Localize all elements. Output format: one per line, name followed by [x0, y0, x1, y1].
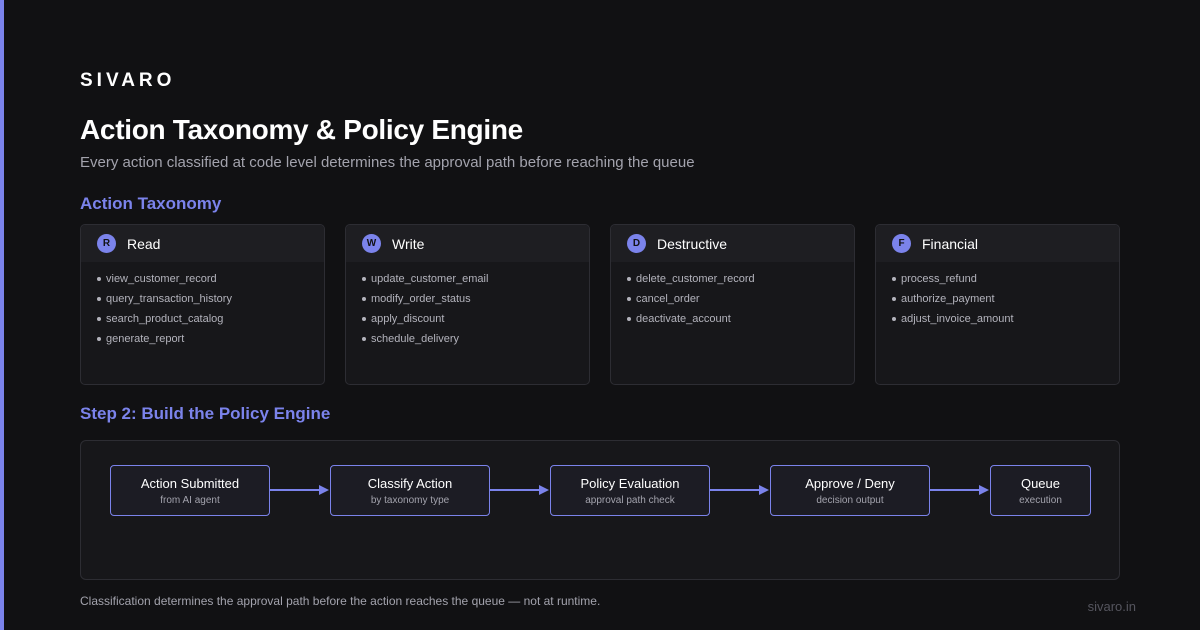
action-label: schedule_delivery — [371, 333, 460, 345]
action-item: generate_report — [97, 329, 324, 349]
bullet-icon — [627, 297, 631, 301]
brand-logo: SIVARO — [80, 70, 176, 91]
action-label: view_customer_record — [106, 273, 217, 285]
flow-step-classify-action: Classify Action by taxonomy type — [330, 465, 490, 516]
category-card-read: R Read view_customer_record query_transa… — [80, 224, 325, 385]
card-header: D Destructive — [611, 225, 854, 262]
category-badge: R — [97, 234, 116, 253]
category-title: Write — [392, 235, 425, 252]
flow-step-queue: Queue execution — [990, 465, 1091, 516]
category-card-financial: F Financial process_refund authorize_pay… — [875, 224, 1120, 385]
action-label: search_product_catalog — [106, 313, 224, 325]
category-badge: W — [362, 234, 381, 253]
card-header: F Financial — [876, 225, 1119, 262]
action-item: search_product_catalog — [97, 309, 324, 329]
category-badge: D — [627, 234, 646, 253]
bullet-icon — [892, 277, 896, 281]
arrow-right-icon — [270, 485, 329, 495]
action-item: apply_discount — [362, 309, 589, 329]
step-subtitle: by taxonomy type — [370, 494, 450, 506]
action-item: modify_order_status — [362, 289, 589, 309]
action-item: cancel_order — [627, 289, 854, 309]
action-label: query_transaction_history — [106, 293, 232, 305]
action-label: update_customer_email — [371, 273, 489, 285]
action-item: process_refund — [892, 269, 1119, 289]
action-label: generate_report — [106, 333, 185, 345]
step-title: Queue — [1020, 475, 1061, 491]
page-title: Action Taxonomy & Policy Engine — [80, 114, 523, 145]
action-item: update_customer_email — [362, 269, 589, 289]
bullet-icon — [627, 277, 631, 281]
bullet-icon — [627, 317, 631, 321]
action-label: delete_customer_record — [636, 273, 755, 285]
bullet-icon — [97, 337, 101, 341]
step-title: Action Submitted — [140, 475, 240, 491]
action-list: delete_customer_record cancel_order deac… — [611, 262, 854, 329]
bullet-icon — [892, 297, 896, 301]
action-label: cancel_order — [636, 293, 700, 305]
footnote: Classification determines the approval p… — [80, 594, 601, 608]
category-card-write: W Write update_customer_email modify_ord… — [345, 224, 590, 385]
step-title: Approve / Deny — [805, 475, 895, 491]
site-url: sivaro.in — [1087, 599, 1136, 614]
action-item: adjust_invoice_amount — [892, 309, 1119, 329]
flow-step-approve-deny: Approve / Deny decision output — [770, 465, 930, 516]
step-subtitle: execution — [1019, 494, 1062, 506]
step-title: Policy Evaluation — [580, 475, 680, 491]
action-item: query_transaction_history — [97, 289, 324, 309]
category-title: Destructive — [657, 235, 728, 252]
card-header: R Read — [81, 225, 324, 262]
policy-heading: Step 2: Build the Policy Engine — [80, 404, 331, 423]
bullet-icon — [97, 297, 101, 301]
bullet-icon — [362, 317, 366, 321]
arrow-right-icon — [930, 485, 989, 495]
arrow-right-icon — [490, 485, 549, 495]
bullet-icon — [362, 297, 366, 301]
bullet-icon — [892, 317, 896, 321]
card-header: W Write — [346, 225, 589, 262]
action-label: authorize_payment — [901, 293, 995, 305]
bullet-icon — [97, 277, 101, 281]
action-item: schedule_delivery — [362, 329, 589, 349]
action-list: view_customer_record query_transaction_h… — [81, 262, 324, 349]
policy-flow-panel: Action Submitted from AI agent Classify … — [80, 440, 1120, 580]
bullet-icon — [362, 277, 366, 281]
action-item: deactivate_account — [627, 309, 854, 329]
step-subtitle: decision output — [816, 494, 884, 506]
arrow-right-icon — [710, 485, 769, 495]
action-list: process_refund authorize_payment adjust_… — [876, 262, 1119, 329]
category-badge: F — [892, 234, 911, 253]
action-label: adjust_invoice_amount — [901, 313, 1014, 325]
taxonomy-heading: Action Taxonomy — [80, 194, 222, 213]
action-item: view_customer_record — [97, 269, 324, 289]
step-subtitle: from AI agent — [160, 494, 220, 506]
action-item: authorize_payment — [892, 289, 1119, 309]
action-label: modify_order_status — [371, 293, 471, 305]
category-title: Read — [127, 235, 161, 252]
action-label: process_refund — [901, 273, 977, 285]
flow-step-policy-evaluation: Policy Evaluation approval path check — [550, 465, 710, 516]
bullet-icon — [97, 317, 101, 321]
step-subtitle: approval path check — [585, 494, 675, 506]
category-card-destructive: D Destructive delete_customer_record can… — [610, 224, 855, 385]
action-label: apply_discount — [371, 313, 445, 325]
flow-step-action-submitted: Action Submitted from AI agent — [110, 465, 270, 516]
accent-bar — [0, 0, 4, 630]
action-label: deactivate_account — [636, 313, 731, 325]
bullet-icon — [362, 337, 366, 341]
page-subtitle: Every action classified at code level de… — [80, 154, 695, 171]
category-title: Financial — [922, 235, 979, 252]
step-title: Classify Action — [367, 475, 453, 491]
taxonomy-cards: R Read view_customer_record query_transa… — [80, 224, 1120, 385]
action-item: delete_customer_record — [627, 269, 854, 289]
action-list: update_customer_email modify_order_statu… — [346, 262, 589, 349]
